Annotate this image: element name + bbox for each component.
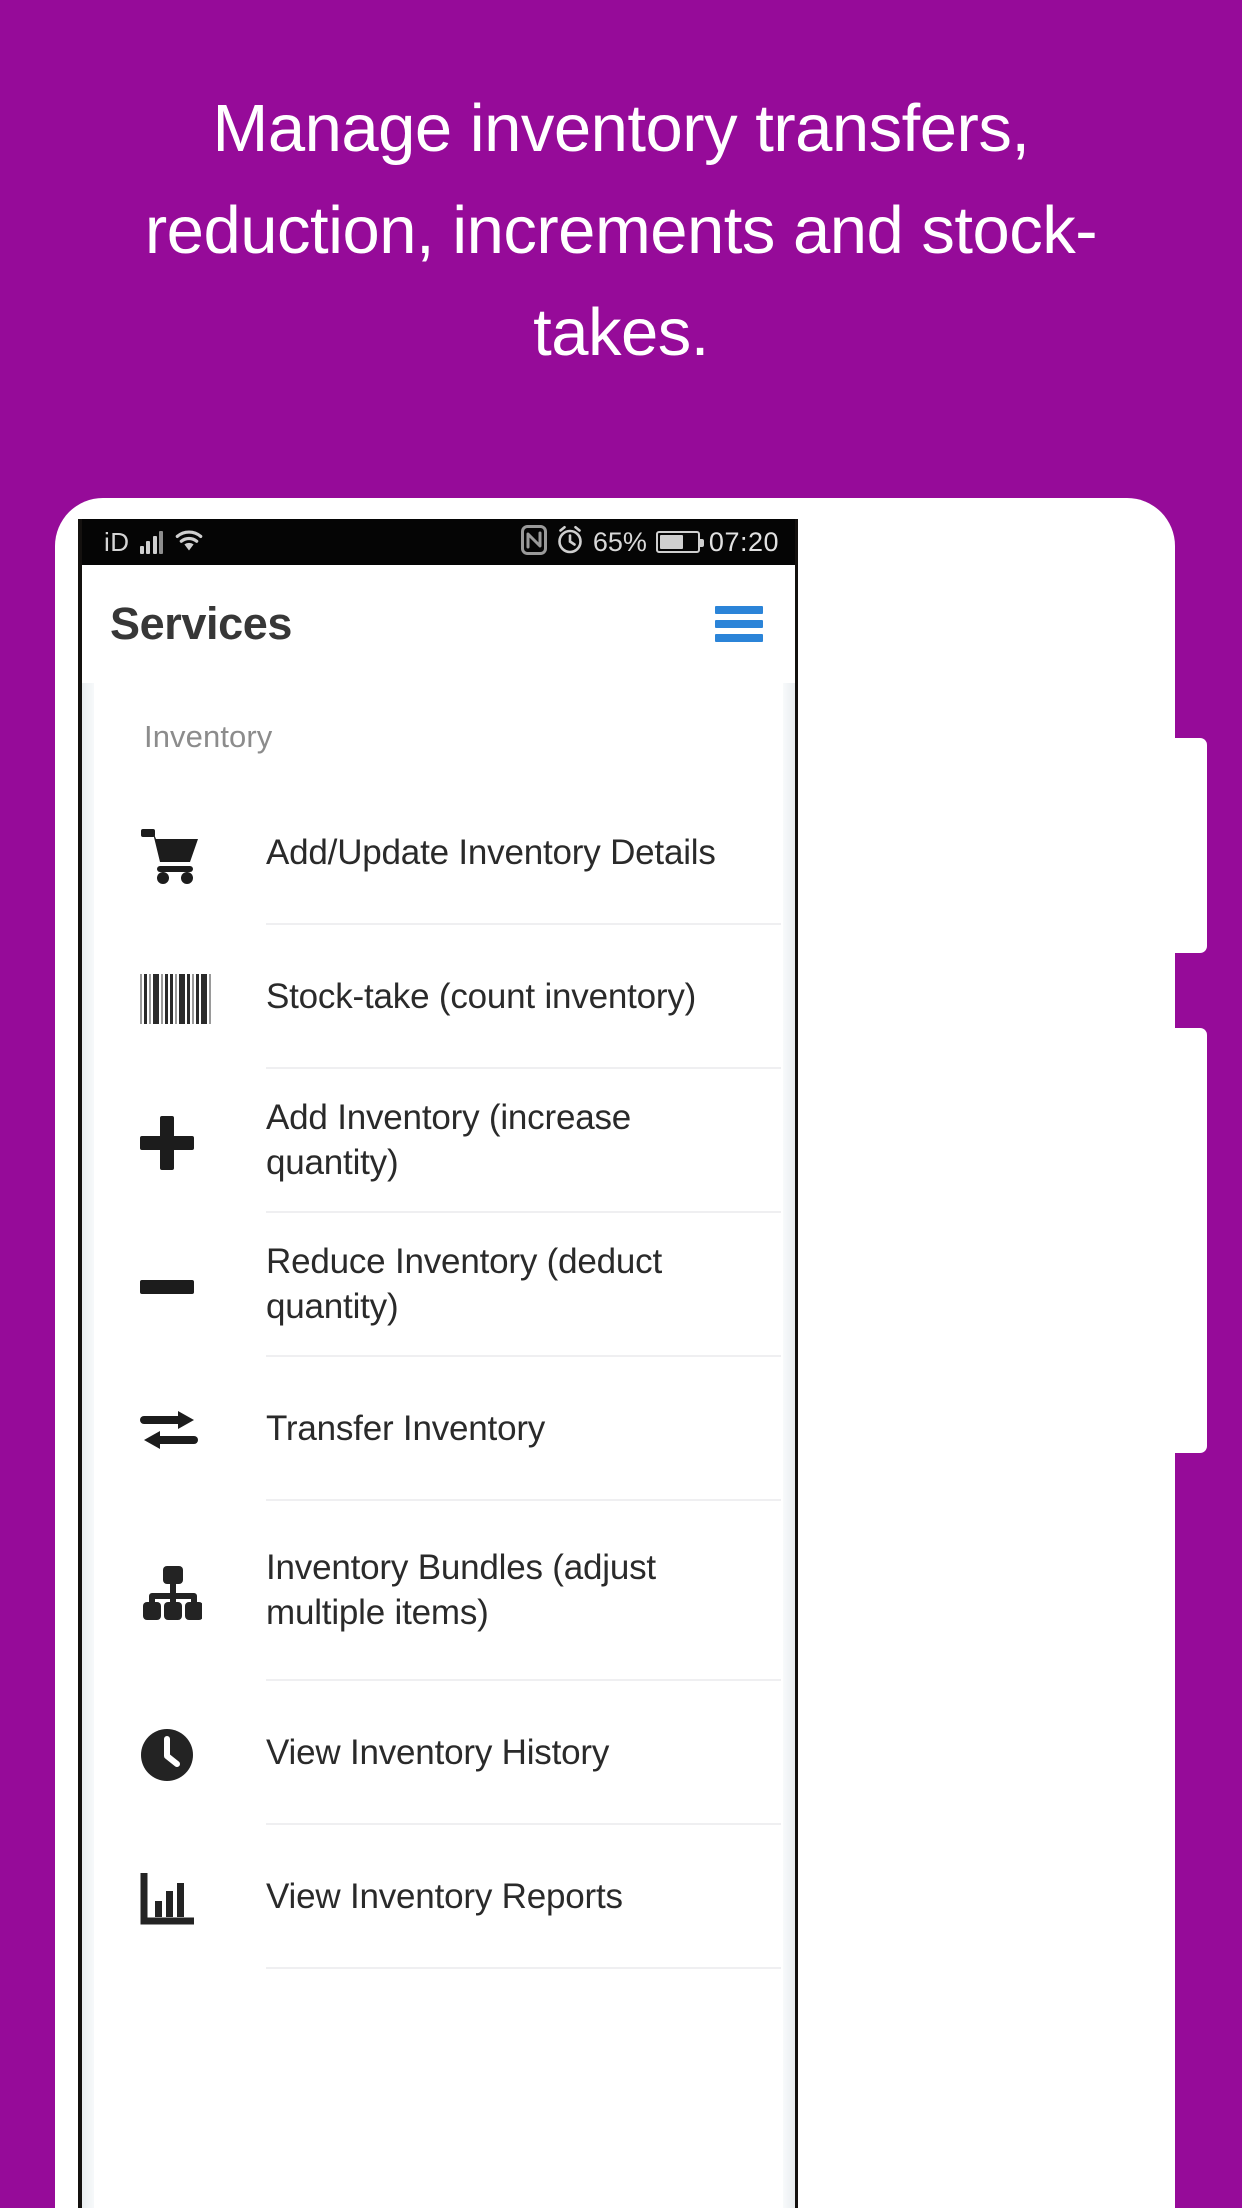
list-item[interactable]: Stock-take (count inventory) [94,925,795,1069]
page-title: Manage inventory transfers, reduction, i… [144,91,1098,370]
scrollbar-right[interactable] [783,683,795,2208]
list-item-label: Add/Update Inventory Details [266,832,716,872]
list-item[interactable]: View Inventory Reports [94,1825,795,1969]
app-bar: Services [82,565,795,683]
section-header-inventory: Inventory [144,719,273,754]
list-item[interactable]: Inventory Bundles (adjust multiple items… [94,1501,795,1681]
list-item-label: Inventory Bundles (adjust multiple items… [266,1548,656,1632]
status-bar: iD 65% 07:20 [82,519,795,565]
bar-chart-icon [140,1825,266,1969]
plus-icon [140,1069,266,1213]
list-item-label: Stock-take (count inventory) [266,976,697,1016]
list-item[interactable]: View Inventory History [94,1681,795,1825]
list-item-label: Reduce Inventory (deduct quantity) [266,1242,662,1326]
list-item[interactable]: Add/Update Inventory Details [94,781,795,925]
battery-percent-label: 65% [592,526,647,557]
list-item[interactable]: Add Inventory (increase quantity) [94,1069,795,1213]
scrollbar-left[interactable] [82,683,94,2208]
nfc-icon [520,524,547,560]
transfer-arrows-icon [140,1357,266,1501]
battery-icon [655,531,704,553]
shopping-cart-icon [140,781,266,925]
list-item-label: View Inventory Reports [266,1876,623,1916]
carrier-label: iD [104,526,130,557]
signal-bars-icon [139,530,164,554]
alarm-clock-icon [556,525,584,560]
list-item-label: Transfer Inventory [266,1408,546,1448]
barcode-icon [140,925,266,1069]
wifi-icon [173,527,205,558]
hamburger-menu-icon[interactable] [715,606,763,642]
minus-icon [140,1213,266,1357]
clock-icon [140,1681,266,1825]
list-item[interactable]: Reduce Inventory (deduct quantity) [94,1213,795,1357]
list-item[interactable]: Transfer Inventory [94,1357,795,1501]
sitemap-icon [140,1501,266,1681]
clock-time-label: 07:20 [708,526,779,557]
list-item-label: View Inventory History [266,1732,610,1772]
services-list: Add/Update Inventory Details Stock-take … [94,781,795,1969]
services-list-container: Inventory Add/Update Inventory Details S… [94,683,795,2208]
services-content: Inventory Add/Update Inventory Details S… [82,683,795,2208]
phone-screen: iD 65% 07:20 Services Inventory Add/Upda… [78,519,798,2208]
list-item-label: Add Inventory (increase quantity) [266,1098,632,1182]
app-bar-title: Services [110,598,292,649]
